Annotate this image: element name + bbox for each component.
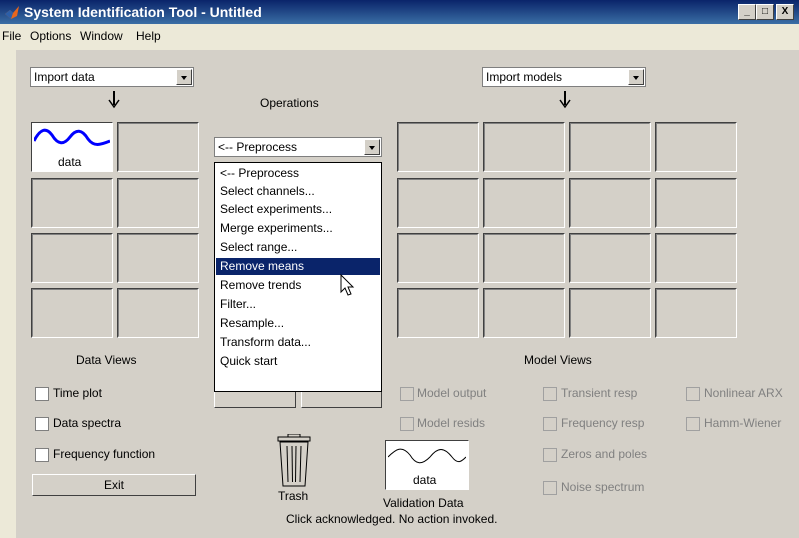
import-data-popup[interactable]: Import data [30,67,194,87]
option-select-channels[interactable]: Select channels... [216,183,380,200]
frequency-function-checkbox[interactable] [35,448,49,462]
nonlinear-arx-checkbox[interactable] [686,387,700,401]
model-slot[interactable] [569,122,651,172]
data-slot[interactable] [117,178,199,228]
option-quick-start[interactable]: Quick start [216,353,380,370]
model-slot[interactable] [397,122,479,172]
model-slot[interactable] [569,233,651,283]
import-models-label: Import models [486,70,563,84]
model-slot[interactable] [397,233,479,283]
data-icon-slot[interactable]: data [31,122,113,172]
model-views-title: Model Views [524,353,592,367]
zeros-and-poles-checkbox[interactable] [543,448,557,462]
data-slot[interactable] [117,288,199,338]
mouse-cursor-icon [340,274,355,296]
operations-dropdown-list: <-- Preprocess Select channels... Select… [214,162,382,392]
option-merge-experiments[interactable]: Merge experiments... [216,220,380,237]
data-views-title: Data Views [76,353,137,367]
data-slot[interactable] [117,233,199,283]
window-title: System Identification Tool - Untitled [24,4,262,20]
model-slot[interactable] [397,178,479,228]
menu-window[interactable]: Window [80,29,123,43]
chevron-down-icon [176,69,192,85]
noise-spectrum-checkbox[interactable] [543,481,557,495]
operations-title: Operations [260,96,319,110]
data-slot[interactable] [31,233,113,283]
model-resids-checkbox[interactable] [400,417,414,431]
option-select-experiments[interactable]: Select experiments... [216,201,380,218]
model-slot[interactable] [397,288,479,338]
import-models-popup[interactable]: Import models [482,67,646,87]
validation-data-slot[interactable]: data [385,440,469,490]
model-slot[interactable] [655,233,737,283]
model-slot[interactable] [483,233,565,283]
maximize-button[interactable]: □ [756,4,774,20]
menu-file[interactable]: File [2,29,21,43]
validation-data-label: Validation Data [383,496,464,510]
transient-resp-label: Transient resp [561,386,638,400]
noise-spectrum-label: Noise spectrum [561,480,645,494]
operations-selected: <-- Preprocess [218,140,298,154]
data-slot[interactable] [31,288,113,338]
trash-can-icon[interactable] [274,434,314,488]
option-resample[interactable]: Resample... [216,315,380,332]
model-output-checkbox[interactable] [400,387,414,401]
nonlinear-arx-label: Nonlinear ARX [704,386,783,400]
transient-resp-checkbox[interactable] [543,387,557,401]
time-plot-label: Time plot [53,386,102,400]
menu-options[interactable]: Options [30,29,71,43]
hamm-wiener-label: Hamm-Wiener [704,416,782,430]
data-slot[interactable] [117,122,199,172]
option-filter[interactable]: Filter... [216,296,380,313]
frequency-function-label: Frequency function [53,447,156,461]
data-slot[interactable] [31,178,113,228]
data-spectra-checkbox[interactable] [35,417,49,431]
exit-button[interactable]: Exit [32,474,196,496]
frequency-resp-checkbox[interactable] [543,417,557,431]
data-spectra-label: Data spectra [53,416,122,430]
option-remove-means[interactable]: Remove means [216,258,380,275]
arrow-down-icon [108,91,120,109]
operations-popup[interactable]: <-- Preprocess [214,137,382,157]
chevron-down-icon [628,69,644,85]
model-slot[interactable] [483,122,565,172]
import-data-label: Import data [34,70,95,84]
chevron-down-icon [364,139,380,155]
close-button[interactable]: X [776,4,794,20]
signal-waveform-icon [388,448,466,464]
model-slot[interactable] [483,178,565,228]
arrow-down-icon [559,91,571,109]
trash-label: Trash [278,489,309,503]
minimize-button[interactable]: _ [738,4,756,20]
zeros-and-poles-label: Zeros and poles [561,447,648,461]
option-transform-data[interactable]: Transform data... [216,334,380,351]
model-slot[interactable] [655,288,737,338]
title-bar: System Identification Tool - Untitled _ … [0,0,799,24]
data-icon-label: data [58,155,82,169]
menu-bar: File Options Window Help [0,24,799,46]
status-text: Click acknowledged. No action invoked. [286,512,498,526]
model-resids-label: Model resids [417,416,486,430]
model-slot[interactable] [655,122,737,172]
option-select-range[interactable]: Select range... [216,239,380,256]
model-slot[interactable] [655,178,737,228]
signal-waveform-icon [34,128,110,146]
frequency-resp-label: Frequency resp [561,416,645,430]
validation-icon-label: data [413,473,437,487]
model-slot[interactable] [569,288,651,338]
main-panel: Import data Operations data Data Views T… [16,50,799,538]
option-preprocess[interactable]: <-- Preprocess [216,165,380,182]
time-plot-checkbox[interactable] [35,387,49,401]
model-slot[interactable] [483,288,565,338]
menu-help[interactable]: Help [136,29,161,43]
model-slot[interactable] [569,178,651,228]
matlab-logo-icon [5,6,19,19]
hamm-wiener-checkbox[interactable] [686,417,700,431]
model-output-label: Model output [417,386,487,400]
